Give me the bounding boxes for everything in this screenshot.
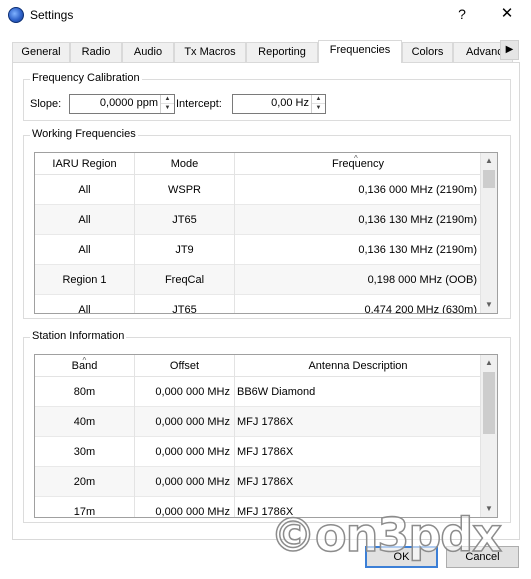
intercept-spinbox[interactable]: 0,00 Hz ▲ ▼ xyxy=(232,94,326,114)
intercept-up-arrow-icon[interactable]: ▲ xyxy=(312,95,325,104)
tab-frequencies[interactable]: Frequencies xyxy=(318,40,402,63)
offset-cell: 0,000 000 MHz xyxy=(135,377,235,407)
help-button[interactable]: ? xyxy=(452,4,472,24)
scroll-down-icon[interactable]: ▼ xyxy=(481,297,497,313)
station-table-scrollbar[interactable]: ▲ ▼ xyxy=(480,355,497,517)
frequency-cell: 0,136 130 MHz (2190m) xyxy=(358,214,477,226)
antenna-cell: MFJ 1786X xyxy=(237,416,294,428)
antenna-cell: MFJ 1786X xyxy=(237,446,294,458)
region-cell: All xyxy=(35,175,135,205)
working-frequencies-group: Working Frequencies IARU Region Mode ^ F… xyxy=(23,128,511,319)
watermark-text: ©on3pdx xyxy=(269,507,502,563)
column-header-mode[interactable]: Mode xyxy=(135,153,235,175)
band-cell: 20m xyxy=(35,467,135,497)
frequency-cell: 0,474 200 MHz (630m) xyxy=(364,304,478,314)
station-information-title: Station Information xyxy=(30,330,127,342)
region-cell: All xyxy=(35,295,135,313)
offset-cell: 0,000 000 MHz xyxy=(135,467,235,497)
antenna-cell: MFJ 1786X xyxy=(237,476,294,488)
column-header-iaru-region[interactable]: IARU Region xyxy=(35,153,135,175)
band-cell: 80m xyxy=(35,377,135,407)
column-header-antenna-description[interactable]: Antenna Description xyxy=(235,355,481,377)
mode-cell: JT9 xyxy=(135,235,235,265)
band-cell: 17m xyxy=(35,497,135,517)
tab-bar: General Radio Audio Tx Macros Reporting … xyxy=(12,40,520,63)
table-row[interactable]: 20m 0,000 000 MHz MFJ 1786X xyxy=(35,467,481,497)
working-table-header: IARU Region Mode ^ Frequency xyxy=(35,153,481,175)
calibration-group-title: Frequency Calibration xyxy=(30,72,142,84)
working-frequencies-table[interactable]: IARU Region Mode ^ Frequency All WSPR 0,… xyxy=(34,152,498,314)
frequency-cell: 0,136 130 MHz (2190m) xyxy=(358,244,477,256)
scroll-thumb[interactable] xyxy=(483,372,495,434)
scroll-thumb[interactable] xyxy=(483,170,495,188)
tab-radio[interactable]: Radio xyxy=(70,42,122,62)
mode-cell: FreqCal xyxy=(135,265,235,295)
column-header-band[interactable]: ^ Band xyxy=(35,355,135,377)
table-row[interactable]: Region 1 FreqCal 0,198 000 MHz (OOB) xyxy=(35,265,481,295)
offset-cell: 0,000 000 MHz xyxy=(135,497,235,517)
band-cell: 30m xyxy=(35,437,135,467)
offset-cell: 0,000 000 MHz xyxy=(135,437,235,467)
table-row[interactable]: All JT65 0,474 200 MHz (630m) xyxy=(35,295,481,314)
station-table-header: ^ Band Offset Antenna Description xyxy=(35,355,481,377)
tab-colors[interactable]: Colors xyxy=(402,42,453,62)
slope-spinbox[interactable]: 0,0000 ppm ▲ ▼ xyxy=(69,94,175,114)
scroll-up-icon[interactable]: ▲ xyxy=(481,355,497,371)
working-table-scrollbar[interactable]: ▲ ▼ xyxy=(480,153,497,313)
window-title: Settings xyxy=(30,8,74,22)
band-cell: 40m xyxy=(35,407,135,437)
title-bar: Settings ? ✕ xyxy=(0,0,531,30)
frequency-cell: 0,136 000 MHz (2190m) xyxy=(358,184,477,196)
table-row[interactable]: All JT9 0,136 130 MHz (2190m) xyxy=(35,235,481,265)
slope-label: Slope: xyxy=(30,98,62,110)
tab-general[interactable]: General xyxy=(12,42,70,62)
column-header-frequency[interactable]: ^ Frequency xyxy=(235,153,481,175)
scroll-up-icon[interactable]: ▲ xyxy=(481,153,497,169)
working-frequencies-title: Working Frequencies xyxy=(30,128,138,140)
antenna-cell: BB6W Diamond xyxy=(237,386,316,398)
sort-ascending-icon: ^ xyxy=(82,356,87,365)
table-row[interactable]: All JT65 0,136 130 MHz (2190m) xyxy=(35,205,481,235)
column-header-offset[interactable]: Offset xyxy=(135,355,235,377)
offset-cell: 0,000 000 MHz xyxy=(135,407,235,437)
tab-scroll-right-icon[interactable]: ▶ xyxy=(500,40,519,60)
slope-up-arrow-icon[interactable]: ▲ xyxy=(161,95,174,104)
station-information-group: Station Information ^ Band Offset Antenn… xyxy=(23,330,511,523)
slope-down-arrow-icon[interactable]: ▼ xyxy=(161,104,174,113)
table-row[interactable]: 30m 0,000 000 MHz MFJ 1786X xyxy=(35,437,481,467)
frequencies-pane: Frequency Calibration Slope: 0,0000 ppm … xyxy=(12,62,520,540)
app-logo-icon xyxy=(8,7,24,23)
close-button[interactable]: ✕ xyxy=(496,4,518,24)
frequency-cell: 0,198 000 MHz (OOB) xyxy=(367,274,477,286)
region-cell: Region 1 xyxy=(35,265,135,295)
table-row[interactable]: 40m 0,000 000 MHz MFJ 1786X xyxy=(35,407,481,437)
mode-cell: WSPR xyxy=(135,175,235,205)
tab-audio[interactable]: Audio xyxy=(122,42,174,62)
mode-cell: JT65 xyxy=(135,295,235,313)
table-row[interactable]: 80m 0,000 000 MHz BB6W Diamond xyxy=(35,377,481,407)
station-information-table[interactable]: ^ Band Offset Antenna Description 80m 0,… xyxy=(34,354,498,518)
region-cell: All xyxy=(35,235,135,265)
intercept-down-arrow-icon[interactable]: ▼ xyxy=(312,104,325,113)
intercept-label: Intercept: xyxy=(176,98,222,110)
mode-cell: JT65 xyxy=(135,205,235,235)
intercept-value: 0,00 Hz xyxy=(271,97,309,109)
slope-value: 0,0000 ppm xyxy=(99,97,158,109)
region-cell: All xyxy=(35,205,135,235)
tab-reporting[interactable]: Reporting xyxy=(246,42,318,62)
calibration-group: Frequency Calibration Slope: 0,0000 ppm … xyxy=(23,72,511,121)
table-row[interactable]: All WSPR 0,136 000 MHz (2190m) xyxy=(35,175,481,205)
sort-ascending-icon: ^ xyxy=(354,154,358,163)
tab-tx-macros[interactable]: Tx Macros xyxy=(174,42,246,62)
